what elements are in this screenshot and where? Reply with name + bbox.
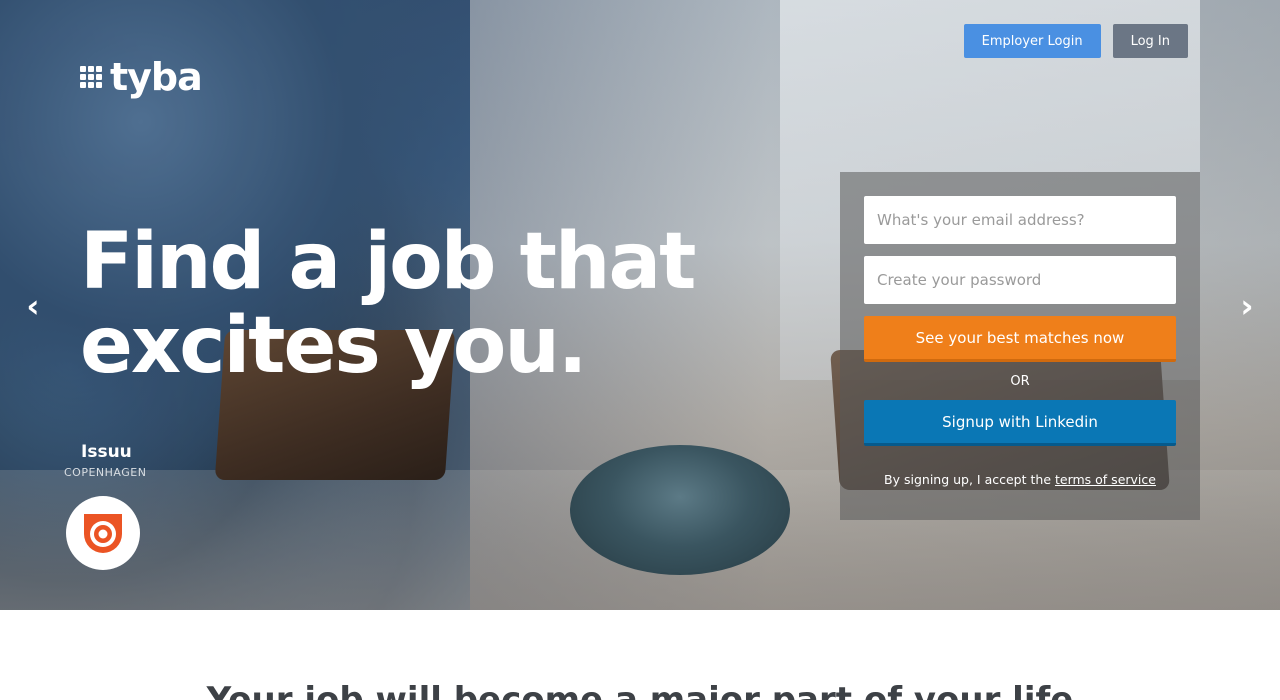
hero-headline: Find a job that excites you. [80,220,700,388]
section-title: Your job will become a major part of you… [206,680,1074,700]
site-logo[interactable]: tyba [80,55,203,99]
logo-text: tyba [110,55,203,99]
chevron-left-icon[interactable]: ‹ [18,287,48,325]
chevron-right-icon[interactable]: › [1232,287,1262,325]
employer-login-button[interactable]: Employer Login [963,24,1101,58]
headline-line-2: excites you. [80,301,588,391]
company-name[interactable]: Issuu [81,442,146,462]
terms-notice: By signing up, I accept the terms of ser… [840,472,1200,487]
terms-prefix: By signing up, I accept the [884,472,1055,487]
see-matches-button[interactable]: See your best matches now [864,316,1176,362]
or-divider: OR [1010,374,1030,389]
issuu-logo-icon[interactable] [66,496,140,570]
terms-of-service-link[interactable]: terms of service [1055,472,1156,487]
featured-company: Issuu COPENHAGEN [64,442,146,479]
hero-banner: tyba Employer Login Log In ‹ › Find a jo… [0,0,1280,610]
hero-pouf [570,445,790,575]
email-field[interactable] [864,196,1176,244]
top-nav-buttons: Employer Login Log In [963,24,1188,58]
company-city: COPENHAGEN [64,466,147,479]
login-button[interactable]: Log In [1112,24,1188,58]
signup-form: See your best matches now OR Signup with… [840,172,1200,520]
password-field[interactable] [864,256,1176,304]
linkedin-signup-button[interactable]: Signup with Linkedin [864,400,1176,446]
headline-line-1: Find a job that [80,217,696,307]
grid-dots-icon [80,66,102,88]
